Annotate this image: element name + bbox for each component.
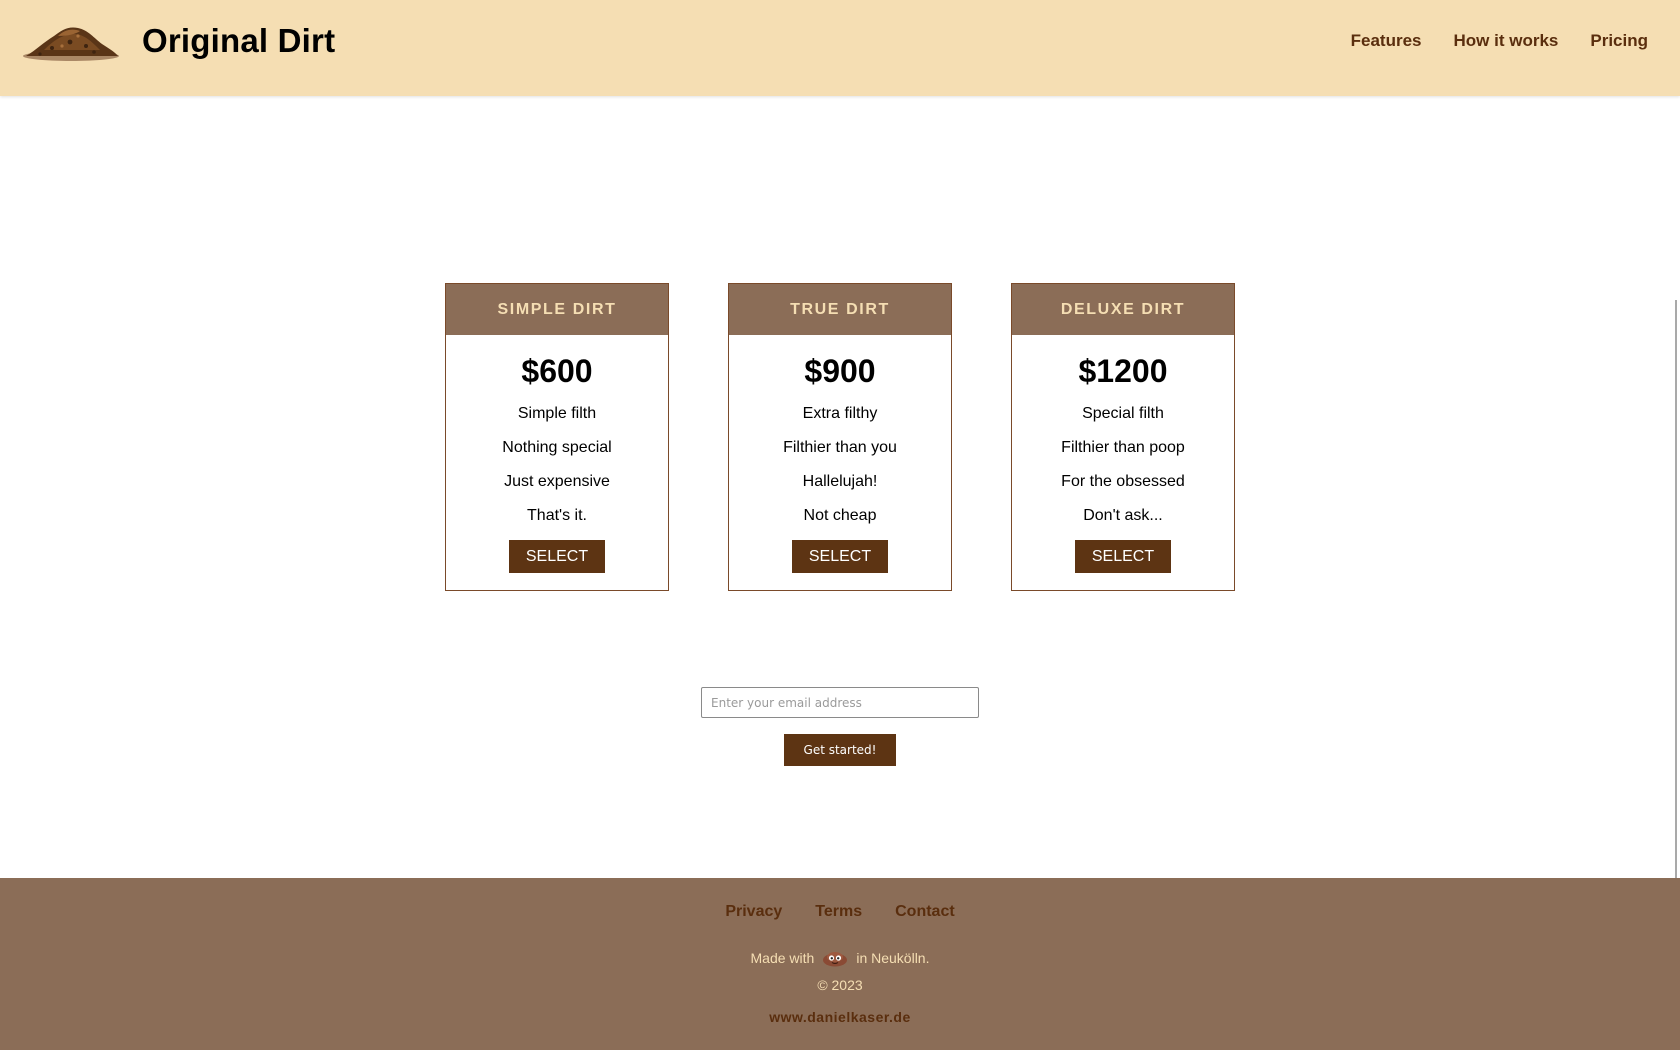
nav-pricing[interactable]: Pricing — [1590, 31, 1648, 51]
plan-card-simple: SIMPLE DIRT $600 Simple filth Nothing sp… — [445, 283, 669, 591]
plan-card-true: TRUE DIRT $900 Extra filthy Filthier tha… — [728, 283, 952, 591]
nav-features[interactable]: Features — [1351, 31, 1422, 51]
nav-how-it-works[interactable]: How it works — [1454, 31, 1559, 51]
email-input[interactable] — [701, 687, 979, 718]
select-deluxe-button[interactable]: SELECT — [1075, 540, 1171, 573]
plan-feature: Filthier than poop — [1061, 439, 1185, 456]
plan-price: $900 — [804, 353, 876, 389]
plan-feature: That's it. — [527, 507, 587, 524]
plan-price: $1200 — [1078, 353, 1168, 389]
site-footer: Privacy Terms Contact Made with in Neukö… — [0, 878, 1680, 1050]
plan-feature: Extra filthy — [802, 405, 878, 422]
plan-features: Simple filth Nothing special Just expens… — [502, 397, 611, 533]
made-with-suffix: in Neukölln. — [856, 950, 930, 966]
site-link-wrapper: www.danielkaser.de — [0, 1009, 1680, 1027]
footer-link-privacy[interactable]: Privacy — [725, 903, 782, 921]
made-with-prefix: Made with — [750, 950, 815, 966]
plan-features: Extra filthy Filthier than you Halleluja… — [783, 397, 897, 533]
plan-card-deluxe: DELUXE DIRT $1200 Special filth Filthier… — [1011, 283, 1235, 591]
footer-link-contact[interactable]: Contact — [895, 903, 955, 921]
select-true-button[interactable]: SELECT — [792, 540, 888, 573]
plan-feature: Hallelujah! — [802, 473, 878, 490]
footer-link-terms[interactable]: Terms — [815, 903, 862, 921]
plan-feature: Just expensive — [504, 473, 610, 490]
plan-feature: Nothing special — [502, 439, 612, 456]
made-with-line: Made with in Neukölln. — [0, 949, 1680, 967]
plan-name: DELUXE DIRT — [1012, 284, 1234, 335]
brand-title: Original Dirt — [142, 22, 336, 59]
site-header: Original Dirt Features How it works Pric… — [0, 0, 1680, 96]
plan-name: SIMPLE DIRT — [446, 284, 668, 335]
plan-feature: Not cheap — [803, 507, 877, 524]
footer-links: Privacy Terms Contact — [0, 903, 1680, 921]
plan-features: Special filth Filthier than poop For the… — [1061, 397, 1185, 533]
plan-feature: Simple filth — [517, 405, 597, 422]
dirt-pile-logo-icon[interactable] — [22, 16, 120, 64]
plan-feature: Filthier than you — [783, 439, 897, 456]
plan-feature: For the obsessed — [1061, 473, 1185, 490]
get-started-button[interactable]: Get started! — [784, 734, 896, 766]
select-simple-button[interactable]: SELECT — [509, 540, 605, 573]
plan-feature: Special filth — [1082, 405, 1164, 422]
dirt-face-icon — [823, 952, 848, 967]
pricing-cards: SIMPLE DIRT $600 Simple filth Nothing sp… — [445, 283, 1235, 591]
main-nav: Features How it works Pricing — [1351, 31, 1648, 51]
copyright: © 2023 — [817, 977, 863, 993]
author-site-link[interactable]: www.danielkaser.de — [769, 1009, 911, 1025]
plan-feature: Don't ask... — [1083, 507, 1163, 524]
scrollbar[interactable] — [1675, 300, 1677, 880]
plan-name: TRUE DIRT — [729, 284, 951, 335]
plan-price: $600 — [521, 353, 593, 389]
